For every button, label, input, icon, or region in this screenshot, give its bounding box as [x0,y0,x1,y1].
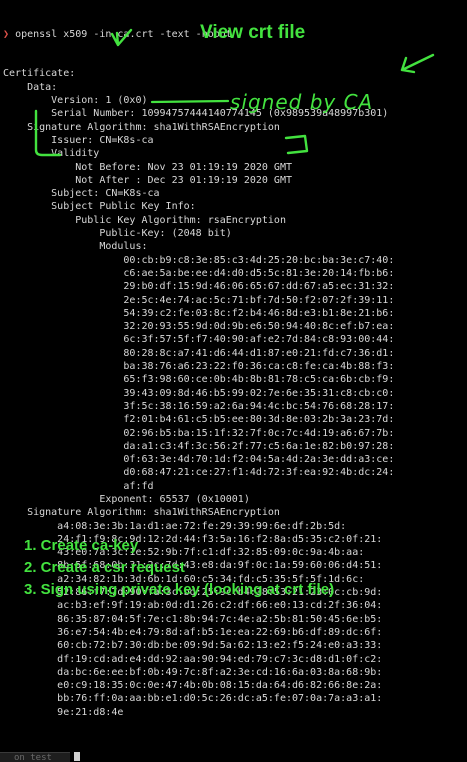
output-line: bb:76:ff:0a:aa:bb:e1:d0:5c:26:dc:a5:fe:0… [3,693,383,705]
output-line: a4:08:3e:3b:1a:d1:ae:72:fe:29:39:99:6e:d… [3,520,347,532]
output-line: df:19:cd:ad:e4:dd:92:aa:90:94:ed:79:c7:3… [3,653,383,665]
output-line: da:bc:6e:ee:bf:0b:49:7c:8f:a2:3e:cd:16:6… [3,666,383,678]
terminal-tab-label: on test [14,753,52,762]
output-line: Certificate: [3,68,76,80]
output-line: Signature Algorithm: sha1WithRSAEncrypti… [3,121,280,133]
prompt-arrow-icon: ❯ [3,28,10,40]
output-line: 9e:21:d8:4e [3,706,124,718]
output-line: Exponent: 65537 (0x10001) [3,493,250,505]
output-line: Signature Algorithm: sha1WithRSAEncrypti… [3,507,280,519]
output-line: Validity [3,148,100,160]
output-line: da:a1:c3:4f:3c:56:2f:77:c5:6a:1e:82:b0:9… [3,440,395,452]
annotation-signed-by-ca: signed by CA [230,90,374,114]
terminal-tab[interactable]: on test [0,752,70,762]
output-line: 60:cb:72:b7:30:db:be:09:9d:5a:62:13:e2:f… [3,640,383,652]
output-line: Subject Public Key Info: [3,201,196,213]
output-line: Not Before: Nov 23 01:19:19 2020 GMT [3,161,292,173]
output-line: c6:ae:5a:be:ee:d4:d0:d5:5c:81:3e:20:14:f… [3,267,395,279]
output-line: Subject: CN=K8s-ca [3,188,160,200]
output-line: 65:f3:98:60:ce:0b:4b:8b:81:78:c5:ca:6b:c… [3,374,395,386]
output-line: 54:39:c2:fe:03:8c:f2:b4:46:8d:e3:b1:8e:2… [3,307,395,319]
output-line: 2e:5c:4e:74:ac:5c:71:bf:7d:50:f2:07:2f:3… [3,294,395,306]
output-line: 00:cb:b9:c8:3e:85:c3:4d:25:20:bc:ba:3e:c… [3,254,395,266]
output-line: 6c:3f:57:5f:f7:40:90:af:e2:7d:84:c8:93:0… [3,334,395,346]
terminal-cursor [74,752,80,761]
annotation-title: View crt file [200,22,306,43]
output-line: e0:c9:18:35:0c:0e:47:4b:0b:08:15:da:64:d… [3,680,383,692]
step-3: 3. Sign using private key (looking at cr… [24,581,335,598]
step-1: 1. Create ca-key [24,537,139,554]
annotation-steps: 1. Create ca-key 2. Create a csr request… [24,535,334,601]
output-line: Public Key Algorithm: rsaEncryption [3,214,286,226]
output-lines: Certificate: Data: Version: 1 (0x0) Seri… [3,67,467,719]
output-line: d0:68:47:21:ce:27:f1:4d:72:3f:ea:92:4b:d… [3,467,395,479]
output-line: Public-Key: (2048 bit) [3,228,232,240]
step-2: 2. Create a csr request [24,559,185,576]
output-line: Modulus: [3,241,148,253]
output-line: 36:e7:54:4b:e4:79:8d:af:b5:1e:ea:22:69:b… [3,626,383,638]
terminal-screenshot: ❯ openssl x509 -in ca.crt -text -noout C… [0,0,467,762]
output-line: 0f:63:3e:4d:70:1d:f2:04:5a:4d:2a:3e:dd:a… [3,454,395,466]
output-line: 32:20:93:55:9d:0d:9b:e6:50:94:40:8c:ef:b… [3,321,395,333]
output-line: Not After : Dec 23 01:19:19 2020 GMT [3,174,292,186]
output-line: ac:b3:ef:9f:19:ab:0d:d1:26:c2:df:66:e0:1… [3,600,383,612]
output-line: 29:b0:df:15:9d:46:06:65:67:dd:67:a5:ec:3… [3,281,395,293]
output-line: 3f:5c:38:16:59:a2:6a:94:4c:bc:54:76:68:2… [3,400,395,412]
output-line: 39:43:09:8d:46:b5:99:02:7e:6e:35:31:c8:c… [3,387,395,399]
output-line: 86:35:87:04:5f:7e:c1:8b:94:7c:4e:a2:5b:8… [3,613,383,625]
output-line: af:fd [3,480,154,492]
output-line: 80:28:8c:a7:41:d6:44:d1:87:e0:21:fd:c7:3… [3,347,395,359]
output-line: f2:01:b4:61:c5:b5:ee:80:3d:8e:03:2b:3a:2… [3,414,395,426]
output-line: ba:38:76:a6:23:22:f0:36:ca:c8:fe:ca:4b:8… [3,361,395,373]
output-line: 02:96:b5:ba:15:1f:32:7f:0c:7c:4d:19:a6:6… [3,427,395,439]
output-line: Issuer: CN=K8s-ca [3,134,154,146]
